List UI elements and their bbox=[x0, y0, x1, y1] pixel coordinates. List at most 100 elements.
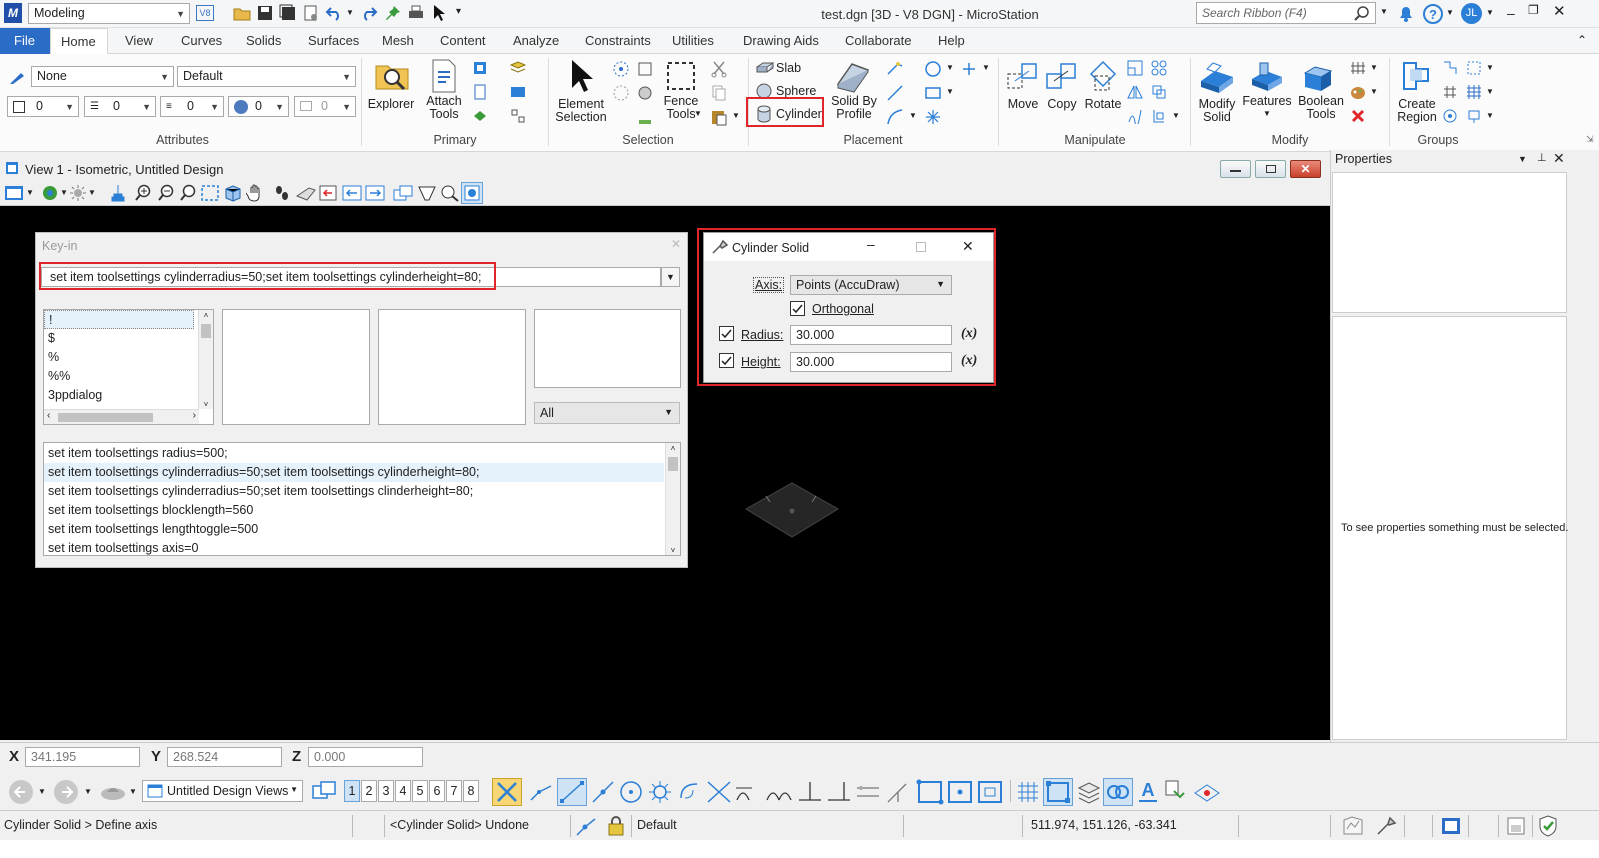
group-icon[interactable] bbox=[1442, 60, 1458, 76]
qat-customize-icon[interactable]: ▾ bbox=[456, 6, 461, 17]
arc-dropdown-icon[interactable]: ▼ bbox=[909, 111, 917, 120]
explorer-button[interactable]: Explorer bbox=[367, 98, 415, 111]
undo-dropdown-icon[interactable]: ▼ bbox=[346, 8, 354, 17]
parallel-snap-icon[interactable] bbox=[855, 780, 881, 804]
command-list-item[interactable]: 3ppdialog bbox=[44, 386, 194, 405]
properties-close-icon[interactable]: ✕ bbox=[1553, 150, 1565, 167]
history-list-item[interactable]: set item toolsettings cylinderradius=50;… bbox=[44, 482, 664, 501]
paste-icon[interactable] bbox=[710, 108, 728, 126]
attach-tools-button[interactable]: Attach Tools bbox=[421, 95, 467, 121]
modify-handles-dropdown-icon[interactable]: ▼ bbox=[1370, 63, 1378, 72]
display-style-icon[interactable] bbox=[40, 184, 60, 202]
properties-pin-icon[interactable]: ⊥ bbox=[1537, 151, 1547, 164]
command-list-item[interactable]: ! bbox=[44, 310, 194, 329]
accudraw-toggle[interactable] bbox=[1043, 778, 1073, 806]
keyin-close-button[interactable]: ✕ bbox=[667, 237, 685, 255]
pattern-icon[interactable] bbox=[1466, 84, 1482, 100]
saved-view-icon[interactable] bbox=[99, 782, 127, 802]
view-number-button[interactable]: 1 bbox=[344, 780, 360, 802]
command-list-scrollbar[interactable]: ˄ ˅ bbox=[198, 310, 213, 409]
fly-icon[interactable] bbox=[296, 184, 316, 202]
material-icon[interactable] bbox=[1350, 84, 1368, 100]
cylinder-button[interactable]: Cylinder bbox=[776, 107, 822, 121]
tab-view[interactable]: View bbox=[115, 28, 163, 54]
height-expression-icon[interactable]: (x) bbox=[961, 353, 977, 369]
tab-analyze[interactable]: Analyze bbox=[503, 28, 569, 54]
clip-mask-icon[interactable] bbox=[440, 184, 460, 202]
spin-icon[interactable] bbox=[1151, 108, 1167, 124]
light-icon[interactable] bbox=[68, 184, 88, 202]
tangent-from-snap-icon[interactable] bbox=[765, 780, 795, 804]
linestyle-combo[interactable]: ☰ 0 ▼ bbox=[84, 96, 156, 117]
display-styles-icon[interactable] bbox=[510, 108, 526, 124]
views-combo[interactable]: Untitled Design Views ▼ bbox=[142, 780, 303, 802]
level-display-icon[interactable] bbox=[1077, 780, 1101, 804]
slab-button[interactable]: Slab bbox=[776, 61, 801, 75]
view-number-button[interactable]: 5 bbox=[412, 780, 428, 802]
cylinder-dialog-minimize-button[interactable]: – bbox=[867, 236, 875, 252]
axis-combo[interactable]: Points (AccuDraw) ▼ bbox=[790, 275, 952, 295]
view-minimize-button[interactable] bbox=[1220, 160, 1251, 178]
features-dropdown-icon[interactable]: ▼ bbox=[1263, 109, 1271, 118]
cylinder-dialog-maximize-button[interactable] bbox=[916, 242, 926, 252]
security-shield-icon[interactable] bbox=[1536, 814, 1560, 838]
view-number-button[interactable]: 7 bbox=[446, 780, 462, 802]
rotate-button[interactable]: Rotate bbox=[1081, 98, 1125, 111]
select-by-attributes-icon[interactable] bbox=[636, 60, 654, 78]
snap-mode-toggle-icon[interactable] bbox=[976, 779, 1004, 805]
midpoint-snap-icon[interactable] bbox=[591, 780, 615, 804]
keypoint-snap-button[interactable] bbox=[557, 778, 587, 806]
snap-settings-icon[interactable] bbox=[916, 779, 944, 805]
move-button[interactable]: Move bbox=[1003, 98, 1043, 111]
rectangle-dropdown-icon[interactable]: ▼ bbox=[946, 87, 954, 96]
design-file-icon[interactable] bbox=[1440, 815, 1462, 837]
origin-snap-icon[interactable] bbox=[648, 780, 672, 804]
arc-icon[interactable] bbox=[886, 108, 904, 126]
keyin-history-dropdown-icon[interactable]: ▼ bbox=[661, 267, 680, 287]
properties-selection-list[interactable] bbox=[1332, 172, 1567, 313]
snap-mode-active[interactable] bbox=[492, 778, 522, 806]
bisector-snap-icon[interactable] bbox=[677, 780, 701, 804]
delete-icon[interactable] bbox=[1350, 108, 1366, 124]
open-folder-icon[interactable] bbox=[233, 4, 251, 22]
view-number-button[interactable]: 4 bbox=[395, 780, 411, 802]
collapse-ribbon-icon[interactable]: ⌃ bbox=[1577, 33, 1587, 47]
view-number-button[interactable]: 6 bbox=[429, 780, 445, 802]
help-icon[interactable]: ? bbox=[1422, 3, 1444, 25]
radius-checkbox[interactable] bbox=[719, 326, 734, 341]
back-dropdown-icon[interactable]: ▼ bbox=[38, 787, 46, 796]
tool-settings-status-icon[interactable] bbox=[1375, 815, 1397, 837]
levels-icon[interactable] bbox=[510, 60, 526, 76]
workflow-combo[interactable]: Modeling ▼ bbox=[28, 3, 190, 24]
ungroup-icon[interactable] bbox=[1466, 60, 1482, 76]
history-list-item[interactable]: set item toolsettings blocklength=560 bbox=[44, 501, 664, 520]
tab-help[interactable]: Help bbox=[928, 28, 975, 54]
keyin-subcommand-list-1[interactable] bbox=[222, 309, 370, 425]
paste-dropdown-icon[interactable]: ▼ bbox=[732, 111, 740, 120]
references-icon[interactable] bbox=[472, 60, 488, 76]
nearest-snap-icon[interactable] bbox=[529, 780, 553, 804]
tab-constraints[interactable]: Constraints bbox=[575, 28, 661, 54]
close-button[interactable]: ✕ bbox=[1553, 2, 1567, 20]
forward-button[interactable] bbox=[54, 780, 78, 804]
intersection-snap-icon[interactable] bbox=[706, 780, 732, 804]
modify-handles-icon[interactable] bbox=[1350, 60, 1366, 76]
element-selection-button[interactable]: Element Selection bbox=[553, 98, 609, 124]
point-icon[interactable] bbox=[960, 60, 978, 78]
cut-icon[interactable] bbox=[710, 60, 728, 78]
view-restore-button[interactable] bbox=[1255, 160, 1286, 178]
history-list-item[interactable]: set item toolsettings axis=0 bbox=[44, 539, 664, 558]
keyin-subcommand-list-3[interactable] bbox=[534, 309, 681, 388]
zoom-out-icon[interactable] bbox=[157, 184, 175, 202]
notification-bell-icon[interactable] bbox=[1396, 3, 1416, 23]
pattern-dropdown-icon[interactable]: ▼ bbox=[1486, 87, 1494, 96]
style-combo[interactable]: Default ▼ bbox=[177, 66, 356, 87]
light-dropdown-icon[interactable]: ▼ bbox=[88, 188, 96, 197]
stretch-icon[interactable] bbox=[1127, 108, 1143, 124]
element-info-icon[interactable] bbox=[1164, 779, 1190, 805]
keyin-subcommand-list-2[interactable] bbox=[378, 309, 526, 425]
height-field[interactable]: 30.000 bbox=[790, 352, 952, 372]
view-next-icon[interactable] bbox=[365, 184, 385, 202]
view-number-button[interactable]: 3 bbox=[378, 780, 394, 802]
tab-curves[interactable]: Curves bbox=[171, 28, 232, 54]
